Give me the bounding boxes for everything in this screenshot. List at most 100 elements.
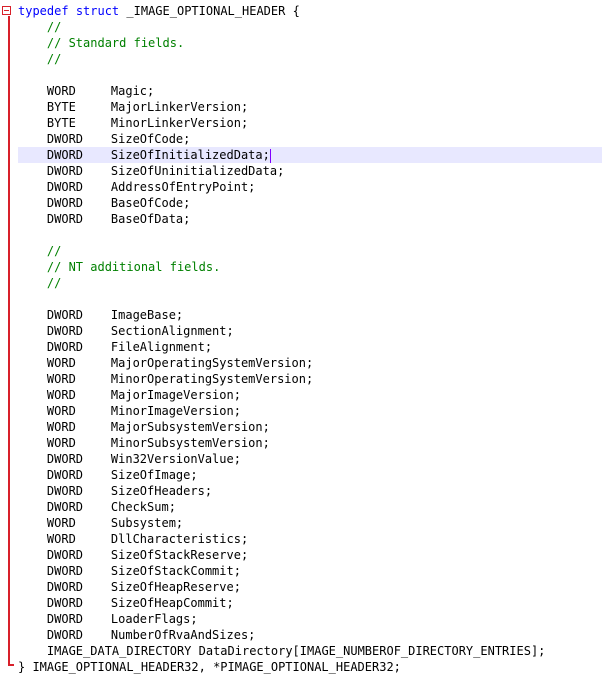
code-line-comment[interactable]: // Standard fields. [18,35,602,51]
field-name: BaseOfCode; [110,196,191,210]
code-area[interactable]: typedef struct _IMAGE_OPTIONAL_HEADER { … [18,3,602,675]
code-line-comment[interactable]: // NT additional fields. [18,259,602,275]
field-type: BYTE [46,116,76,130]
collapse-fold-icon[interactable] [2,6,11,15]
field-type: DWORD [46,164,84,178]
code-line-field[interactable]: WORD MajorOperatingSystemVersion; [18,355,602,371]
code-line-field[interactable]: WORD Magic; [18,83,602,99]
field-name: Subsystem; [110,516,184,530]
field-type: DWORD [46,580,84,594]
field-name: BaseOfData; [110,212,191,226]
field-type: WORD [46,388,76,402]
comment-text: // NT additional fields. [46,260,221,274]
code-line-field[interactable]: WORD MinorOperatingSystemVersion; [18,371,602,387]
comment-text: // [46,20,62,34]
struct-footer: } IMAGE_OPTIONAL_HEADER32, *PIMAGE_OPTIO… [18,660,401,674]
field-type: WORD [46,356,76,370]
code-editor[interactable]: typedef struct _IMAGE_OPTIONAL_HEADER { … [0,0,602,683]
code-line-field[interactable]: DWORD FileAlignment; [18,339,602,355]
struct-name: _IMAGE_OPTIONAL_HEADER { [126,4,300,18]
field-type: BYTE [46,100,76,114]
field-name: SizeOfInitializedData; [110,148,270,162]
field-name: SizeOfCode; [110,132,191,146]
code-line-field[interactable]: WORD MajorImageVersion; [18,387,602,403]
code-line-field[interactable]: BYTE MinorLinkerVersion; [18,115,602,131]
code-line-field[interactable]: DWORD BaseOfData; [18,211,602,227]
code-line-field[interactable]: DWORD SizeOfStackReserve; [18,547,602,563]
field-name: MajorOperatingSystemVersion; [110,356,314,370]
code-line-blank[interactable] [18,291,602,307]
code-line-data-directory[interactable]: IMAGE_DATA_DIRECTORY DataDirectory[IMAGE… [18,643,602,659]
field-name: DllCharacteristics; [110,532,249,546]
field-name: MinorOperatingSystemVersion; [110,372,314,386]
field-type: DWORD [46,548,84,562]
code-line-comment[interactable]: // [18,19,602,35]
code-line-field[interactable]: WORD DllCharacteristics; [18,531,602,547]
field-name: MinorLinkerVersion; [110,116,249,130]
code-line-comment[interactable]: // [18,243,602,259]
code-line-field[interactable]: WORD Subsystem; [18,515,602,531]
field-name: Magic; [110,84,155,98]
field-name: SizeOfHeapCommit; [110,596,234,610]
field-type: WORD [46,436,76,450]
code-line-field[interactable]: DWORD LoaderFlags; [18,611,602,627]
field-type: DWORD [46,468,84,482]
field-name: SizeOfStackCommit; [110,564,241,578]
code-line-field-current[interactable]: DWORD SizeOfInitializedData; [18,147,602,163]
code-line-field[interactable]: DWORD SizeOfUninitializedData; [18,163,602,179]
code-line-field[interactable]: DWORD SectionAlignment; [18,323,602,339]
field-type: WORD [46,372,76,386]
code-line-field[interactable]: DWORD SizeOfCode; [18,131,602,147]
code-line-field[interactable]: DWORD Win32VersionValue; [18,451,602,467]
field-type: DWORD [46,196,84,210]
field-name: Win32VersionValue; [110,452,241,466]
code-line-field[interactable]: WORD MinorSubsystemVersion; [18,435,602,451]
field-name: NumberOfRvaAndSizes; [110,628,256,642]
code-line-struct-footer[interactable]: } IMAGE_OPTIONAL_HEADER32, *PIMAGE_OPTIO… [18,659,602,675]
code-line-field[interactable]: DWORD SizeOfHeapReserve; [18,579,602,595]
field-type: DWORD [46,180,84,194]
field-type: WORD [46,532,76,546]
field-type: DWORD [46,324,84,338]
field-name: MinorImageVersion; [110,404,241,418]
code-line-blank[interactable] [18,67,602,83]
comment-text: // [46,276,62,290]
code-line-struct-header[interactable]: typedef struct _IMAGE_OPTIONAL_HEADER { [18,3,602,19]
code-line-field[interactable]: DWORD ImageBase; [18,307,602,323]
field-name: SizeOfHeaders; [110,484,213,498]
code-line-field[interactable]: BYTE MajorLinkerVersion; [18,99,602,115]
field-name: CheckSum; [110,500,176,514]
code-line-field[interactable]: WORD MinorImageVersion; [18,403,602,419]
field-type: DWORD [46,484,84,498]
field-name: FileAlignment; [110,340,213,354]
comment-text: // [46,244,62,258]
field-name: AddressOfEntryPoint; [110,180,256,194]
code-line-field[interactable]: DWORD CheckSum; [18,499,602,515]
field-type: DWORD [46,212,84,226]
field-type: DWORD [46,132,84,146]
field-name: SizeOfHeapReserve; [110,580,241,594]
field-type: DWORD [46,596,84,610]
field-name: MajorImageVersion; [110,388,241,402]
code-line-field[interactable]: DWORD BaseOfCode; [18,195,602,211]
field-type: DWORD [46,340,84,354]
code-line-field[interactable]: DWORD AddressOfEntryPoint; [18,179,602,195]
code-line-comment[interactable]: // [18,51,602,67]
code-line-field[interactable]: DWORD SizeOfStackCommit; [18,563,602,579]
field-type: DWORD [46,612,84,626]
field-name: ImageBase; [110,308,184,322]
code-line-comment[interactable]: // [18,275,602,291]
fold-range-line [8,16,10,664]
field-name: SizeOfStackReserve; [110,548,249,562]
code-line-field[interactable]: DWORD SizeOfImage; [18,467,602,483]
field-name: LoaderFlags; [110,612,198,626]
code-line-blank[interactable] [18,227,602,243]
field-type: DWORD [46,308,84,322]
field-name: SectionAlignment; [110,324,234,338]
code-line-field[interactable]: DWORD SizeOfHeapCommit; [18,595,602,611]
comment-text: // Standard fields. [46,36,185,50]
code-line-field[interactable]: WORD MajorSubsystemVersion; [18,419,602,435]
code-line-field[interactable]: DWORD NumberOfRvaAndSizes; [18,627,602,643]
field-type: WORD [46,516,76,530]
code-line-field[interactable]: DWORD SizeOfHeaders; [18,483,602,499]
